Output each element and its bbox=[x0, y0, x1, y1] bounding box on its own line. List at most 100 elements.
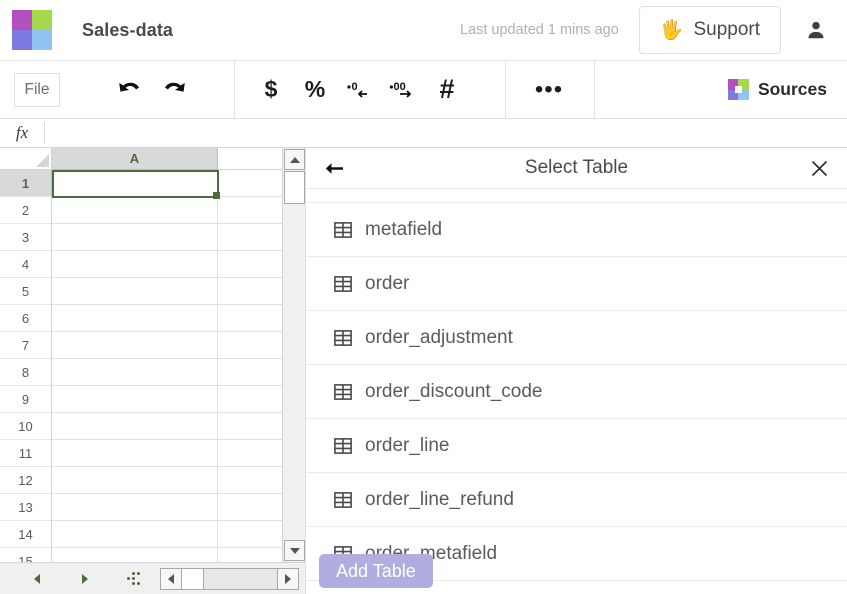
cell-B6[interactable] bbox=[218, 305, 287, 332]
number-format-button[interactable]: # bbox=[425, 68, 469, 112]
cell-B9[interactable] bbox=[218, 386, 287, 413]
cell-A6[interactable] bbox=[52, 305, 218, 332]
support-button[interactable]: 🖐 Support bbox=[639, 6, 781, 54]
cell-A13[interactable] bbox=[52, 494, 218, 521]
cell-A7[interactable] bbox=[52, 332, 218, 359]
row-header-12[interactable]: 12 bbox=[0, 467, 52, 494]
table-list-item[interactable]: order_discount_code bbox=[306, 365, 847, 419]
logo-quadrant-bottom-right bbox=[32, 30, 52, 50]
cell-A9[interactable] bbox=[52, 386, 218, 413]
next-sheet-button[interactable] bbox=[72, 566, 98, 592]
number-format-group: $ % 0 00 # bbox=[249, 61, 469, 119]
add-table-button[interactable]: Add Table bbox=[319, 554, 433, 588]
row-header-13[interactable]: 13 bbox=[0, 494, 52, 521]
row-header-15[interactable]: 15 bbox=[0, 548, 52, 562]
increase-decimal-icon: 00 bbox=[388, 79, 418, 101]
cell-B14[interactable] bbox=[218, 521, 287, 548]
cell-A12[interactable] bbox=[52, 467, 218, 494]
cell-B5[interactable] bbox=[218, 278, 287, 305]
cell-A8[interactable] bbox=[52, 359, 218, 386]
increase-decimal-button[interactable]: 00 bbox=[381, 68, 425, 112]
app-header: Sales-data Last updated 1 mins ago 🖐 Sup… bbox=[0, 0, 847, 61]
row-header-8[interactable]: 8 bbox=[0, 359, 52, 386]
more-options-button[interactable]: ••• bbox=[526, 68, 572, 112]
cell-B4[interactable] bbox=[218, 251, 287, 278]
cell-B11[interactable] bbox=[218, 440, 287, 467]
row-header-9[interactable]: 9 bbox=[0, 386, 52, 413]
cell-B3[interactable] bbox=[218, 224, 287, 251]
formula-input[interactable] bbox=[45, 119, 847, 148]
row-header-14[interactable]: 14 bbox=[0, 521, 52, 548]
grid-row: 14 bbox=[0, 521, 305, 548]
row-header-1[interactable]: 1 bbox=[0, 170, 52, 197]
cell-A10[interactable] bbox=[52, 413, 218, 440]
scroll-up-button[interactable] bbox=[284, 149, 305, 170]
scroll-down-button[interactable] bbox=[284, 540, 305, 561]
vertical-scrollbar-thumb[interactable] bbox=[284, 171, 305, 204]
table-list-item[interactable]: metafield bbox=[306, 203, 847, 257]
hscroll-left-button[interactable] bbox=[161, 569, 182, 589]
undo-button[interactable] bbox=[108, 68, 152, 112]
panel-back-button[interactable] bbox=[314, 148, 354, 188]
previous-sheet-button[interactable] bbox=[24, 566, 50, 592]
row-header-11[interactable]: 11 bbox=[0, 440, 52, 467]
horizontal-scrollbar-thumb[interactable] bbox=[182, 569, 204, 589]
triangle-right-icon bbox=[82, 574, 88, 584]
decrease-decimal-icon: 0 bbox=[345, 79, 373, 101]
redo-button[interactable] bbox=[152, 68, 196, 112]
app-logo bbox=[0, 10, 52, 50]
grid-row: 10 bbox=[0, 413, 305, 440]
sheet-list-dots-icon bbox=[127, 572, 140, 585]
user-account-button[interactable] bbox=[799, 10, 833, 50]
cell-A15[interactable] bbox=[52, 548, 218, 562]
cell-B7[interactable] bbox=[218, 332, 287, 359]
cell-A14[interactable] bbox=[52, 521, 218, 548]
column-header-a[interactable]: A bbox=[52, 148, 218, 170]
cell-B2[interactable] bbox=[218, 197, 287, 224]
row-header-7[interactable]: 7 bbox=[0, 332, 52, 359]
table-list-item-label: metafield bbox=[365, 219, 442, 241]
cell-A2[interactable] bbox=[52, 197, 218, 224]
vertical-scrollbar[interactable] bbox=[282, 148, 305, 562]
cell-A1[interactable] bbox=[52, 170, 218, 197]
row-header-10[interactable]: 10 bbox=[0, 413, 52, 440]
triangle-right-icon bbox=[285, 574, 291, 584]
cell-B10[interactable] bbox=[218, 413, 287, 440]
sheet-list-button[interactable] bbox=[120, 566, 146, 592]
row-header-6[interactable]: 6 bbox=[0, 305, 52, 332]
sources-button[interactable]: Sources bbox=[728, 79, 827, 100]
fill-handle[interactable] bbox=[213, 192, 220, 199]
cell-B12[interactable] bbox=[218, 467, 287, 494]
horizontal-scrollbar[interactable] bbox=[160, 568, 299, 590]
percent-format-button[interactable]: % bbox=[293, 68, 337, 112]
decrease-decimal-button[interactable]: 0 bbox=[337, 68, 381, 112]
cell-A5[interactable] bbox=[52, 278, 218, 305]
table-list: metafield order order_adjustmentorder_disc… bbox=[306, 203, 847, 594]
table-list-item[interactable]: order_adjustment bbox=[306, 311, 847, 365]
row-header-2[interactable]: 2 bbox=[0, 197, 52, 224]
table-list-item-label: order bbox=[365, 273, 409, 295]
panel-footer: Add Table bbox=[306, 548, 847, 594]
row-header-3[interactable]: 3 bbox=[0, 224, 52, 251]
file-button[interactable]: File bbox=[14, 73, 60, 107]
cell-A4[interactable] bbox=[52, 251, 218, 278]
row-header-4[interactable]: 4 bbox=[0, 251, 52, 278]
cell-B8[interactable] bbox=[218, 359, 287, 386]
close-icon bbox=[811, 160, 828, 177]
table-list-item[interactable]: order bbox=[306, 257, 847, 311]
cell-A3[interactable] bbox=[52, 224, 218, 251]
select-all-corner[interactable] bbox=[0, 148, 52, 170]
table-list-item[interactable]: order_line_refund bbox=[306, 473, 847, 527]
table-list-item[interactable]: order_line bbox=[306, 419, 847, 473]
hscroll-right-button[interactable] bbox=[277, 569, 298, 589]
column-header-b[interactable] bbox=[218, 148, 287, 170]
cell-A11[interactable] bbox=[52, 440, 218, 467]
cell-B1[interactable] bbox=[218, 170, 287, 197]
row-header-5[interactable]: 5 bbox=[0, 278, 52, 305]
cell-B15[interactable] bbox=[218, 548, 287, 562]
panel-subheader-strip bbox=[306, 189, 847, 203]
cell-B13[interactable] bbox=[218, 494, 287, 521]
currency-format-button[interactable]: $ bbox=[249, 68, 293, 112]
panel-close-button[interactable] bbox=[799, 148, 839, 188]
table-grid-icon bbox=[334, 384, 352, 400]
